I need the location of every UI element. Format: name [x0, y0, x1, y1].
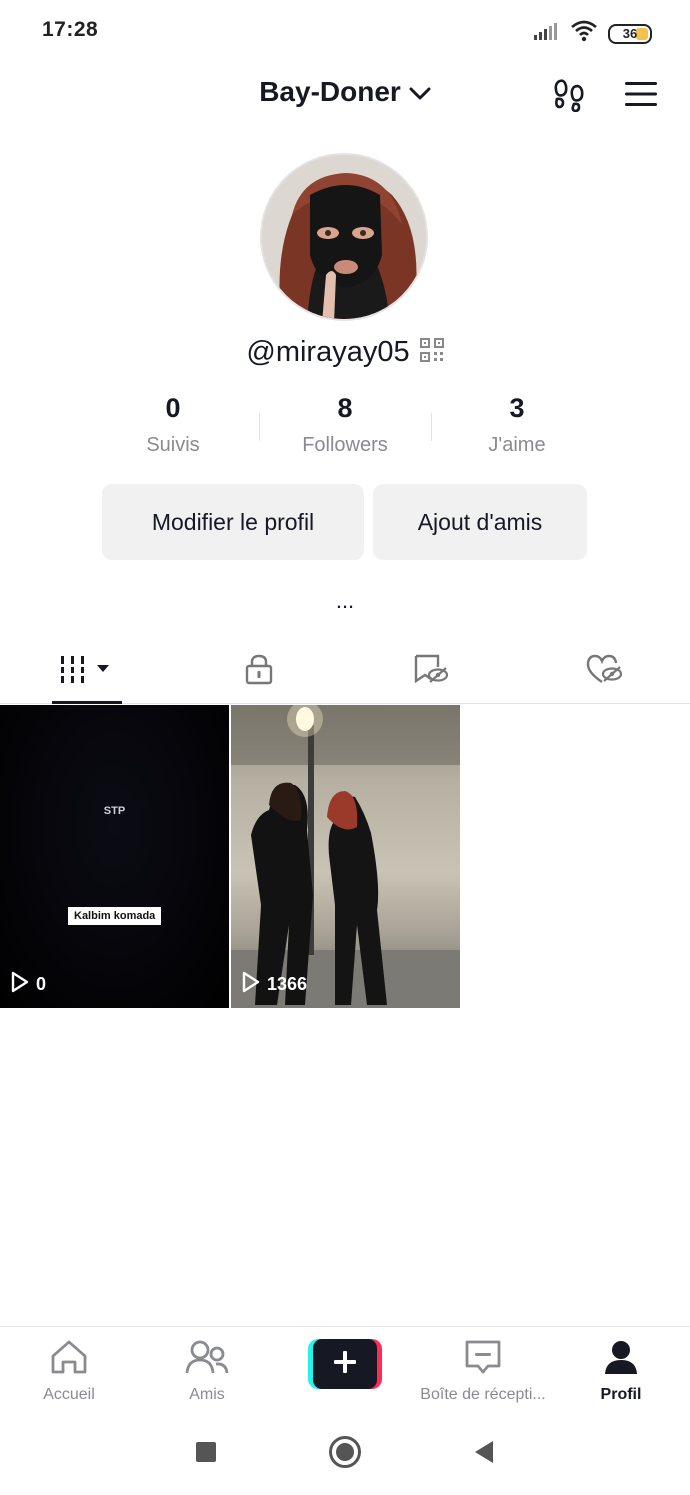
- video-thumbnail[interactable]: 1366: [231, 705, 460, 1008]
- system-nav-bar: [0, 1414, 690, 1495]
- recent-apps-icon[interactable]: [194, 1440, 218, 1469]
- bio[interactable]: ...: [0, 588, 690, 614]
- nav-label: Profil: [600, 1386, 642, 1403]
- profile-actions: Modifier le profil Ajout d'amis: [102, 484, 587, 560]
- add-friends-button[interactable]: Ajout d'amis: [373, 484, 587, 560]
- view-count: 0: [10, 971, 46, 998]
- repost-hidden-icon: [413, 653, 449, 690]
- nav-home[interactable]: Accueil: [0, 1327, 138, 1414]
- wifi-icon: [570, 20, 598, 47]
- profile-handle: @mirayay05: [246, 336, 410, 368]
- battery-indicator: 36: [608, 23, 652, 44]
- play-icon: [10, 971, 30, 998]
- bottom-nav: Accueil Amis Boîte de récepti... Profil: [0, 1326, 690, 1414]
- footprint-icon: [552, 76, 588, 117]
- profile-stats: 0 Suivis 8 Followers 3 J'aime: [87, 393, 603, 457]
- nav-label: Accueil: [43, 1386, 95, 1403]
- nav-create[interactable]: [276, 1327, 414, 1414]
- chevron-down-icon: [409, 76, 431, 108]
- plus-icon: [332, 1349, 358, 1380]
- video-thumbnail[interactable]: STP Kalbim komada 0: [0, 705, 229, 1008]
- nav-label: Amis: [189, 1386, 225, 1403]
- stat-label: J'aime: [488, 434, 546, 456]
- avatar[interactable]: [260, 153, 428, 321]
- play-icon: [241, 971, 261, 998]
- stat-label: Suivis: [146, 434, 200, 456]
- tab-liked[interactable]: [518, 640, 690, 703]
- nav-label: Boîte de récepti...: [420, 1386, 546, 1403]
- stat-following[interactable]: 0 Suivis: [87, 393, 259, 457]
- video-grid: STP Kalbim komada 0 1366: [0, 705, 690, 1008]
- nav-inbox[interactable]: Boîte de récepti...: [414, 1327, 552, 1414]
- stat-value: 3: [509, 393, 525, 423]
- profile-icon: [603, 1339, 639, 1380]
- heart-hidden-icon: [585, 653, 623, 690]
- tab-private[interactable]: [173, 640, 346, 703]
- view-count-value: 0: [36, 974, 47, 994]
- nav-profile[interactable]: Profil: [552, 1327, 690, 1414]
- status-bar: 17:28 36: [0, 0, 690, 60]
- stat-followers[interactable]: 8 Followers: [259, 393, 431, 457]
- video-caption: Kalbim komada: [68, 907, 162, 925]
- footprint-button[interactable]: [548, 74, 592, 118]
- view-count: 1366: [241, 971, 307, 998]
- tab-videos[interactable]: [0, 640, 173, 704]
- stat-value: 8: [337, 393, 353, 423]
- stat-value: 0: [165, 393, 181, 423]
- tab-reposts[interactable]: [345, 640, 518, 703]
- home-icon: [49, 1339, 89, 1380]
- menu-button[interactable]: [619, 74, 663, 118]
- create-button[interactable]: [308, 1339, 382, 1389]
- friends-icon: [185, 1339, 229, 1380]
- view-count-value: 1366: [267, 974, 308, 994]
- content-tabs: [0, 640, 690, 704]
- account-name: Bay-Doner: [259, 76, 401, 107]
- nav-friends[interactable]: Amis: [138, 1327, 276, 1414]
- status-time: 17:28: [42, 18, 99, 41]
- edit-profile-button[interactable]: Modifier le profil: [102, 484, 364, 560]
- hamburger-menu-icon: [623, 80, 659, 113]
- stat-label: Followers: [302, 434, 388, 456]
- battery-level: 36: [622, 26, 638, 41]
- grid-icon: [59, 654, 113, 689]
- lock-icon: [244, 653, 274, 690]
- profile-header: Bay-Doner: [0, 70, 690, 120]
- signal-icon: [534, 22, 560, 45]
- back-icon[interactable]: [472, 1439, 496, 1470]
- inbox-icon: [463, 1339, 503, 1380]
- status-icons: 36: [534, 20, 652, 47]
- video-overlay-text: STP: [103, 805, 126, 817]
- qr-code-icon[interactable]: [419, 338, 444, 367]
- home-circle-icon[interactable]: [328, 1435, 362, 1474]
- handle-row: @mirayay05: [0, 336, 690, 369]
- stat-likes[interactable]: 3 J'aime: [431, 393, 603, 457]
